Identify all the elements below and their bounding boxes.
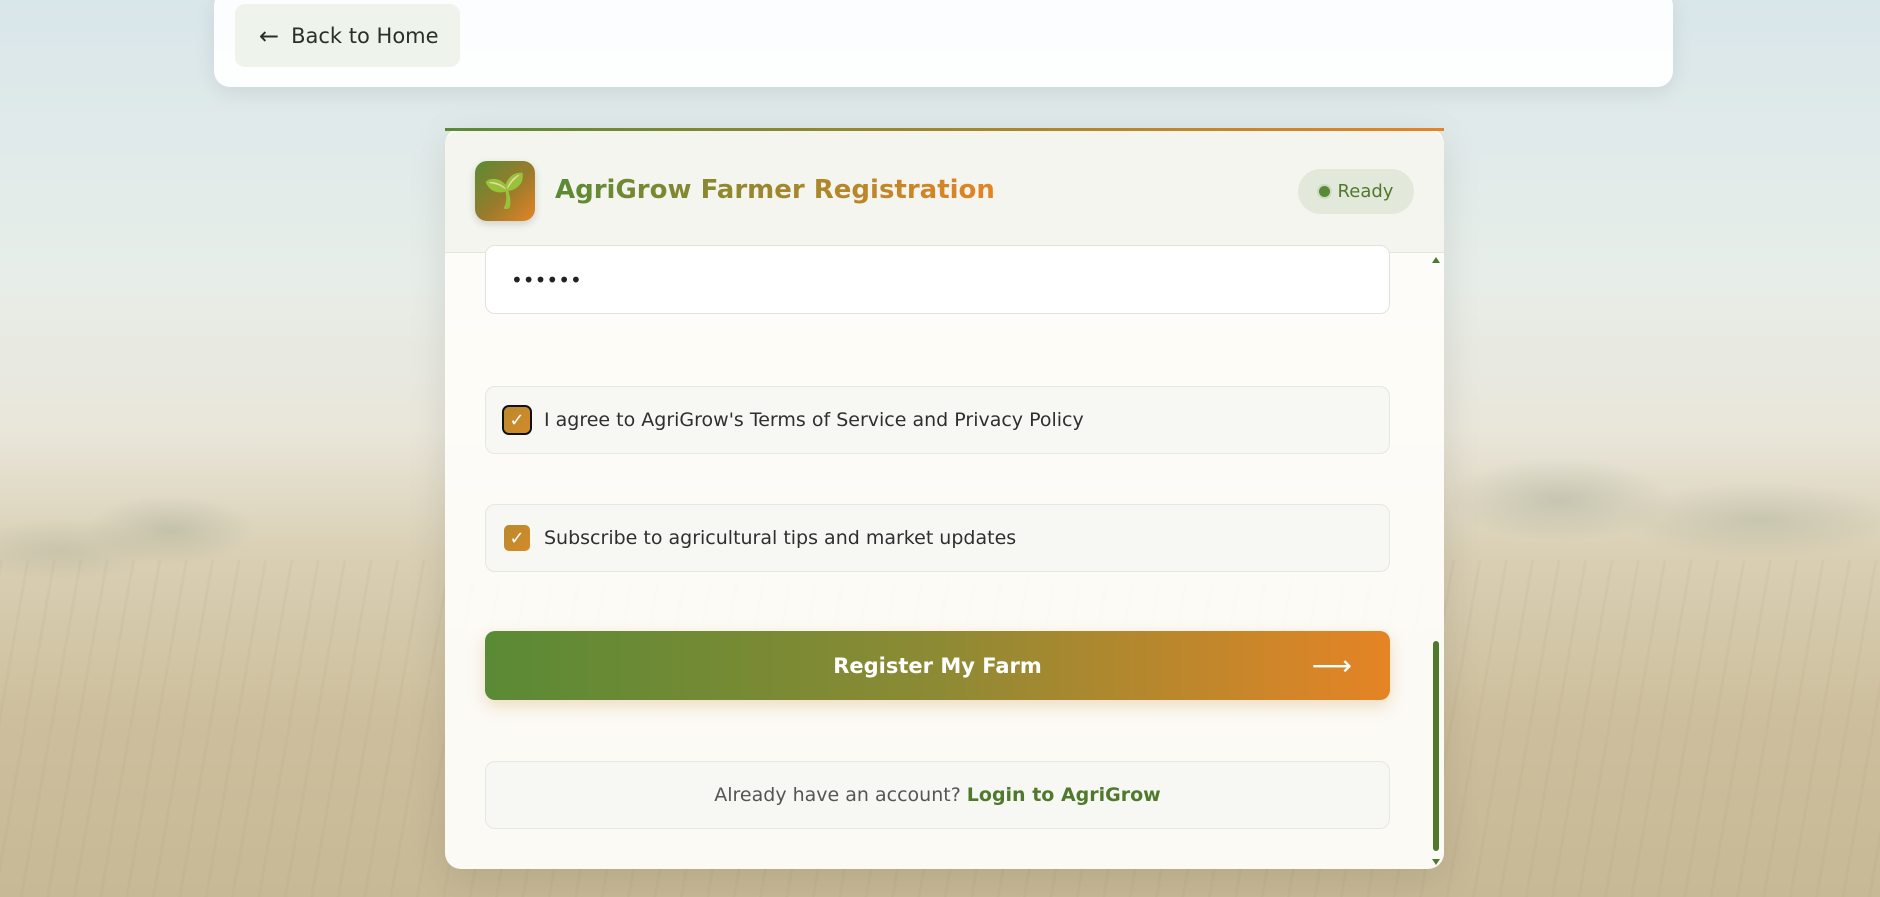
login-prompt-box: Already have an account? Login to AgriGr… — [485, 761, 1390, 829]
status-dot-icon — [1318, 186, 1330, 197]
sprout-icon: 🌱 — [483, 171, 527, 211]
subscribe-checkbox[interactable]: ✓ — [504, 525, 530, 551]
page-title: AgriGrow Farmer Registration — [555, 175, 995, 205]
terms-checkbox-row[interactable]: ✓ I agree to AgriGrow's Terms of Service… — [485, 386, 1390, 454]
subscribe-checkbox-row[interactable]: ✓ Subscribe to agricultural tips and mar… — [485, 504, 1390, 572]
logo: 🌱 — [475, 161, 535, 221]
arrow-left-icon: ← — [259, 21, 280, 50]
scroll-down-arrow-icon[interactable] — [1432, 859, 1440, 865]
top-navigation-bar: ← Back to Home — [214, 0, 1673, 87]
terms-checkbox[interactable]: ✓ — [502, 405, 532, 435]
form-scroll-area[interactable]: •••••• ✓ I agree to AgriGrow's Terms of … — [445, 245, 1444, 869]
login-link[interactable]: Login to AgriGrow — [967, 784, 1161, 806]
check-icon: ✓ — [509, 527, 525, 549]
register-farm-button[interactable]: Register My Farm ⟶ — [485, 631, 1390, 700]
subscribe-label: Subscribe to agricultural tips and marke… — [544, 527, 1017, 549]
registration-card: 🌱 AgriGrow Farmer Registration Ready •••… — [445, 128, 1444, 869]
back-to-home-label: Back to Home — [291, 23, 439, 48]
back-to-home-button[interactable]: ← Back to Home — [235, 4, 460, 67]
check-icon: ✓ — [509, 409, 525, 431]
login-prompt-text: Already have an account? — [714, 784, 961, 806]
confirm-password-field[interactable]: •••••• — [485, 245, 1390, 314]
password-value: •••••• — [511, 267, 582, 292]
status-badge: Ready — [1298, 169, 1414, 214]
terms-label: I agree to AgriGrow's Terms of Service a… — [544, 409, 1084, 431]
status-label: Ready — [1337, 181, 1394, 202]
scroll-up-arrow-icon[interactable] — [1432, 257, 1440, 263]
scrollbar[interactable] — [1432, 253, 1440, 869]
register-label: Register My Farm — [833, 653, 1042, 678]
scrollbar-thumb[interactable] — [1433, 641, 1439, 851]
arrow-right-icon: ⟶ — [1311, 649, 1352, 682]
card-header: 🌱 AgriGrow Farmer Registration Ready — [445, 131, 1444, 253]
